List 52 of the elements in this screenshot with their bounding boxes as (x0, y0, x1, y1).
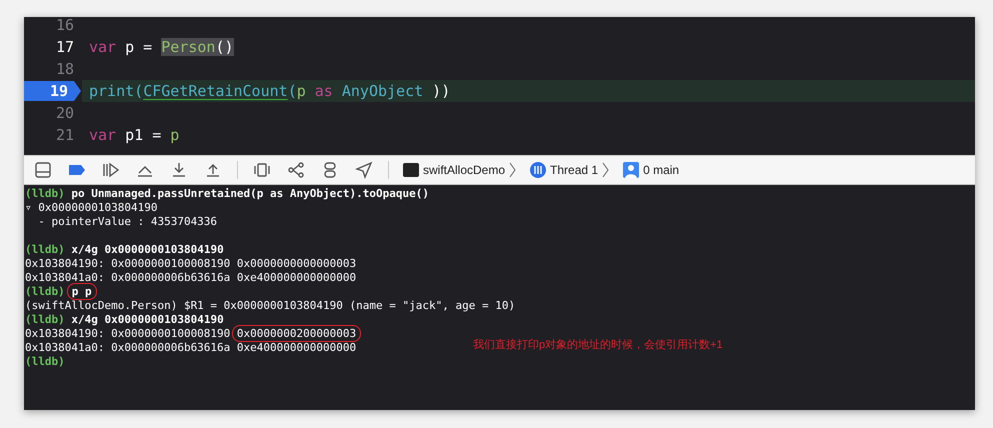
breadcrumb-item[interactable]: swiftAllocDemo (423, 163, 506, 177)
code-token: as (314, 82, 333, 100)
annotation-note: 我们直接打印p对象的地址的时候，会使引用计数+1 (473, 338, 723, 352)
console-text: 0x1038041a0: 0x000000006b63616a 0xe400000000000000 (25, 271, 356, 284)
console-prompt: (lldb) (25, 243, 65, 256)
chevron-icon (602, 162, 610, 178)
code-token: ( (288, 82, 297, 100)
view-hierarchy-icon[interactable] (252, 161, 272, 179)
location-icon[interactable] (354, 161, 374, 179)
code-token: p1 = (124, 126, 162, 144)
console-prompt: (lldb) (25, 187, 65, 200)
console-text: - pointerValue : 4353704336 (37, 215, 218, 228)
console-text: (swiftAllocDemo.Person) $R1 = 0x0000000103804190 (name = "jack", age = 10) (25, 299, 516, 312)
console-prompt: (lldb) (25, 285, 65, 298)
breadcrumb-item[interactable]: 0 main (643, 163, 680, 177)
code-token: Person (161, 38, 216, 56)
console-text: 0x1038041a0: 0x000000006b63616a 0xe400000000000000 (25, 341, 356, 354)
code-token: AnyObject (340, 82, 424, 100)
line-number: 21 (56, 126, 74, 144)
console-text: 0x103804190: 0x0000000100008190 0x0000000000000003 (25, 257, 356, 270)
circled-text: 0x0000000200000003 (232, 325, 362, 342)
terminal-icon (403, 163, 419, 177)
hide-panel-icon[interactable] (33, 161, 53, 179)
console-text: ▿ 0x0000000103804190 (25, 201, 158, 214)
circled-text: p p (66, 283, 97, 300)
continue-icon[interactable] (101, 161, 121, 179)
line-number: 18 (56, 60, 74, 78)
chevron-icon (509, 162, 516, 178)
breakpoint-icon[interactable] (24, 80, 82, 102)
code-token: () (215, 38, 234, 56)
code-token: )) (431, 82, 450, 100)
line-number: 19 (50, 82, 68, 100)
code-token: var (89, 38, 116, 56)
console-prompt: (lldb) (25, 313, 65, 326)
code-token: p (170, 126, 180, 144)
memory-graph-icon[interactable] (286, 161, 306, 179)
line-number: 17 (56, 38, 74, 56)
code-token: var (89, 126, 116, 144)
line-number: 16 (56, 17, 74, 34)
code-token: p = (124, 38, 154, 56)
code-token: CFGetRetainCount (143, 82, 288, 100)
thread-icon (530, 162, 546, 178)
person-icon (623, 162, 640, 178)
code-token: p (296, 82, 306, 100)
console-prompt: (lldb) (25, 355, 65, 368)
console-text: 0x103804190: 0x0000000100008190 (25, 327, 232, 340)
console-text: x/4g 0x0000000103804190 (70, 313, 224, 326)
breadcrumb-item[interactable]: Thread 1 (550, 163, 598, 177)
console-text: x/4g 0x0000000103804190 (70, 243, 224, 256)
line-number: 20 (56, 104, 74, 122)
code-token: print( (89, 82, 144, 100)
console-text: po Unmanaged.passUnretained(p as AnyObject).toOpaque() (70, 187, 429, 200)
